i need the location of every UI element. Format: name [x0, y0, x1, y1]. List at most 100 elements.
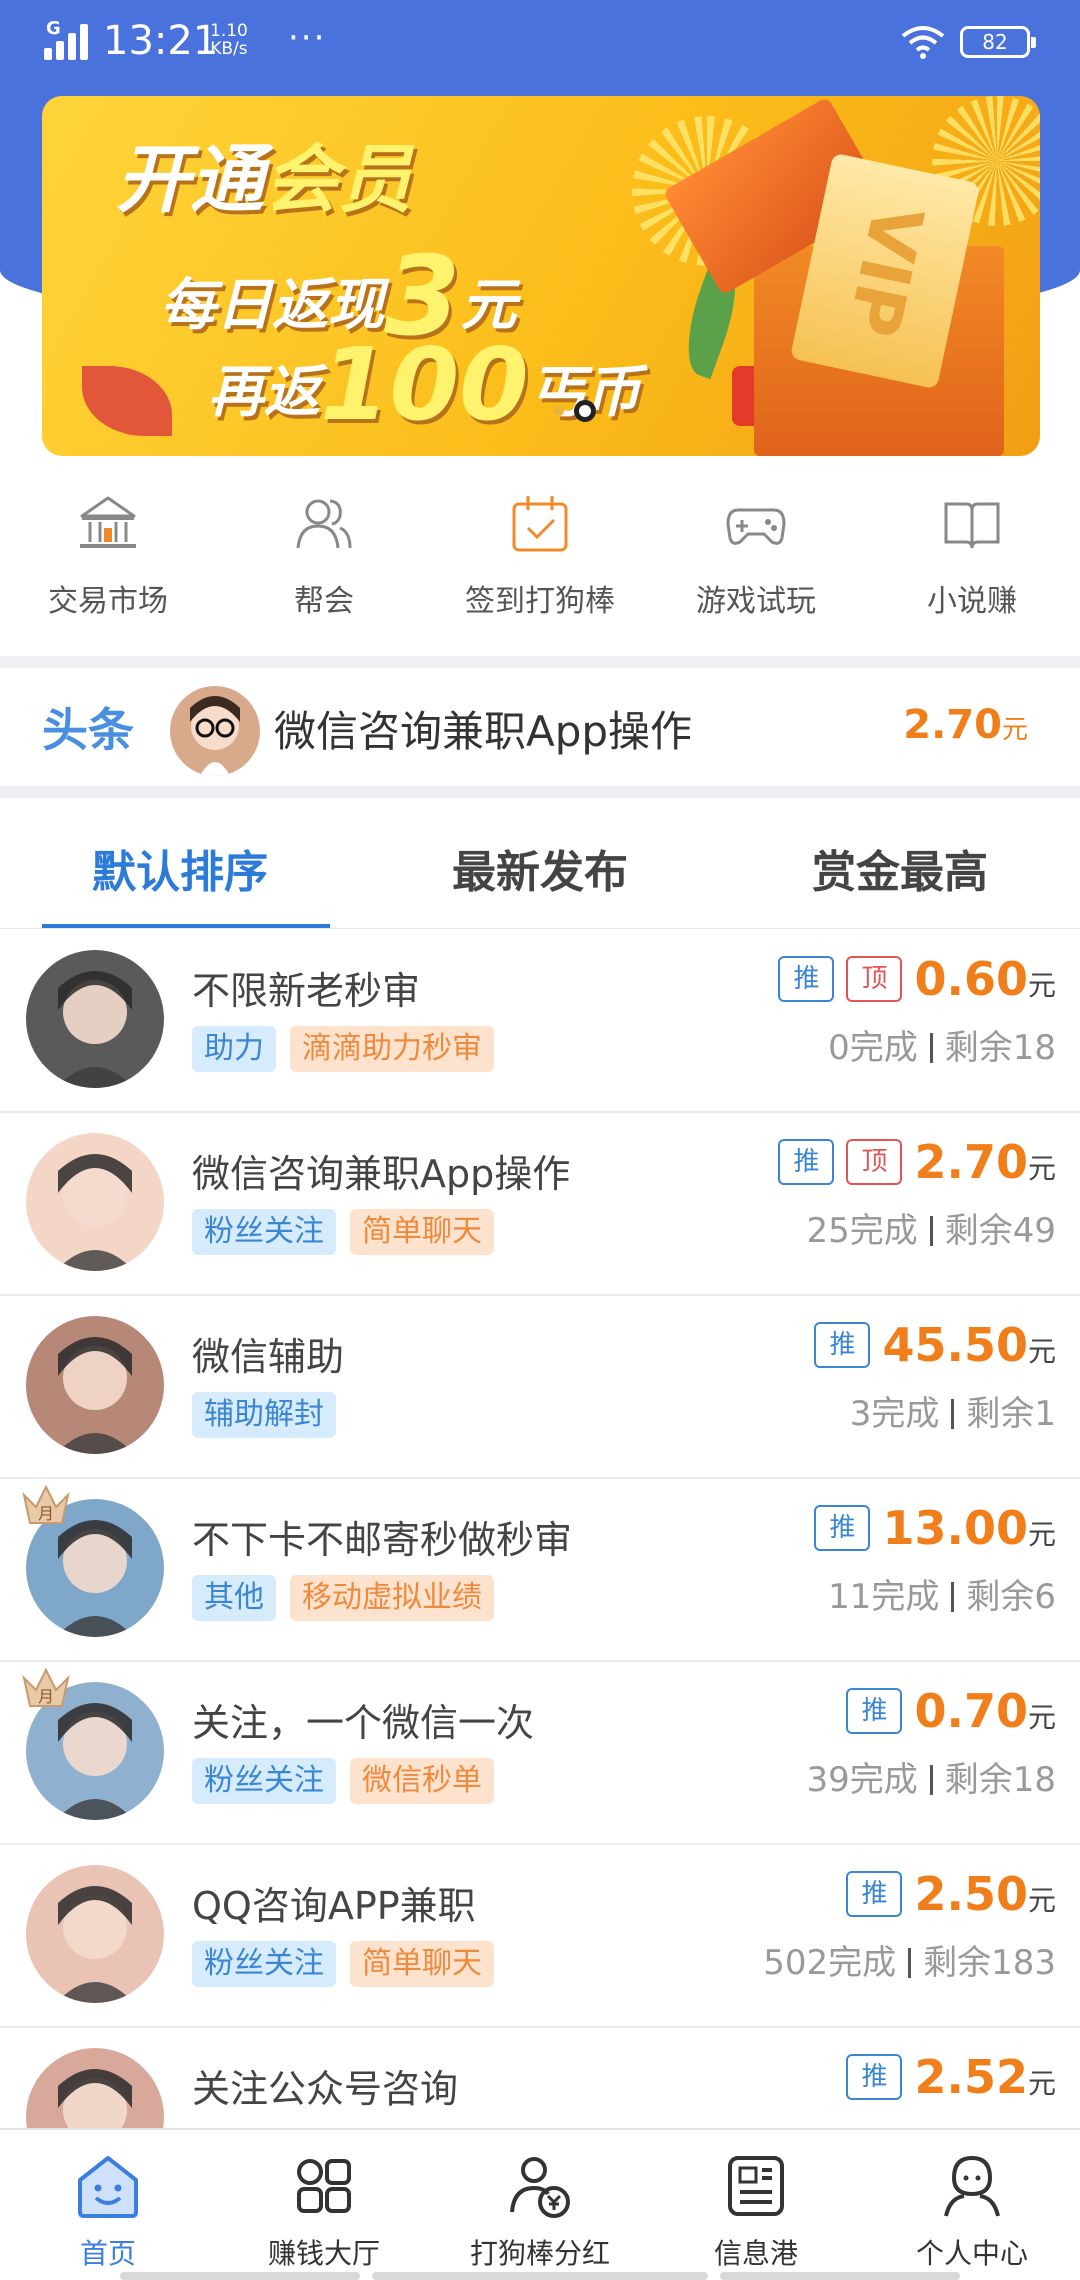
- recommend-badge: 推: [846, 1871, 903, 1917]
- wifi-icon: [901, 26, 945, 59]
- task-stats: 3完成 剩余1: [849, 1394, 1056, 1434]
- user-icon: [944, 2155, 1000, 2217]
- gamepad-icon: [726, 508, 786, 545]
- avatar: [26, 950, 164, 1088]
- task-stats: 11完成 剩余6: [828, 1577, 1056, 1617]
- task-price: 2.70元: [914, 1135, 1056, 1189]
- recommend-badge: 推: [814, 1322, 871, 1368]
- people-icon: [296, 499, 352, 549]
- sort-tabs: 默认排序 最新发布 赏金最高: [0, 798, 1080, 928]
- task-tag: 滴滴助力秒审: [290, 1026, 494, 1072]
- carousel-indicator[interactable]: [554, 400, 606, 422]
- task-title: 关注公众号咨询: [192, 2067, 459, 2111]
- crown-icon: 月: [22, 1484, 70, 1524]
- task-price: 2.52元: [914, 2050, 1056, 2104]
- carousel-dot[interactable]: [554, 406, 564, 416]
- recommend-badge: 推: [814, 1505, 871, 1551]
- task-tags: 粉丝关注 简单聊天: [192, 1209, 494, 1255]
- task-reward: 推顶 2.70元 25完成 剩余49: [778, 1135, 1056, 1252]
- banner-line-3: 再返100丐币: [208, 326, 641, 443]
- task-tag: 其他: [192, 1575, 276, 1621]
- task-row[interactable]: QQ咨询APP兼职 粉丝关注 简单聊天 推 2.50元 502完成 剩余183: [0, 1845, 1080, 2028]
- recommend-badge: 推: [846, 1688, 903, 1734]
- task-tag: 粉丝关注: [192, 1758, 336, 1804]
- task-row[interactable]: 不限新老秒审 助力 滴滴助力秒审 推顶 0.60元 0完成 剩余18: [0, 930, 1080, 1113]
- task-reward: 推 45.50元 3完成 剩余1: [814, 1318, 1056, 1435]
- nav-earn-hall[interactable]: 赚钱大厅: [216, 2130, 432, 2280]
- task-title: 微信咨询兼职App操作: [192, 1152, 571, 1196]
- avatar: [26, 1133, 164, 1271]
- task-row[interactable]: 月 关注，一个微信一次 粉丝关注 微信秒单 推 0.70元 39完成 剩余18: [0, 1662, 1080, 1845]
- status-bar: G 13:21 1.10 KB/s ··· 82: [0, 0, 1080, 86]
- nav-info-port[interactable]: 信息港: [648, 2130, 864, 2280]
- quick-nav: 交易市场 帮会 签到打狗棒 游戏试玩 小说赚: [0, 474, 1080, 656]
- task-tags: 其他 移动虚拟业绩: [192, 1575, 494, 1621]
- headline-price: 2.70元: [903, 702, 1028, 748]
- task-price: 45.50元: [882, 1318, 1056, 1372]
- quick-nav-novel[interactable]: 小说赚: [864, 474, 1080, 656]
- task-stats: 0完成 剩余18: [828, 1028, 1056, 1068]
- task-tags: 粉丝关注 微信秒单: [192, 1758, 494, 1804]
- tab-newest[interactable]: 最新发布: [360, 798, 720, 928]
- avatar: [26, 1865, 164, 2003]
- task-tags: 粉丝关注 简单聊天: [192, 1941, 494, 1987]
- nav-profile[interactable]: 个人中心: [864, 2130, 1080, 2280]
- recommend-badge: 推: [778, 1139, 835, 1185]
- headline-tag: 头条: [42, 703, 134, 757]
- top-badge: 顶: [846, 956, 903, 1002]
- promo-banner[interactable]: VIP 开通会员 每日返现3元 再返100丐币: [42, 96, 1040, 456]
- grid-icon: [297, 2159, 351, 2213]
- nav-label: 赚钱大厅: [267, 2237, 380, 2270]
- quick-nav-label: 交易市场: [48, 584, 168, 619]
- news-icon: [728, 2156, 784, 2216]
- headline-title: 微信咨询兼职App操作: [274, 707, 693, 756]
- task-tag: 微信秒单: [350, 1758, 494, 1804]
- task-tag: 粉丝关注: [192, 1941, 336, 1987]
- coin-user-icon: [510, 2157, 570, 2218]
- banner-line-1: 开通会员: [116, 137, 412, 223]
- nav-label: 首页: [79, 2237, 136, 2270]
- nav-label: 信息港: [713, 2237, 798, 2270]
- task-tag: 粉丝关注: [192, 1209, 336, 1255]
- task-title: 微信辅助: [192, 1335, 345, 1379]
- task-price: 13.00元: [882, 1501, 1056, 1555]
- recommend-badge: 推: [778, 956, 835, 1002]
- task-stats: 502完成 剩余183: [763, 1943, 1056, 1983]
- task-reward: 推顶 0.60元 0完成 剩余18: [778, 952, 1056, 1069]
- top-badge: 顶: [846, 1139, 903, 1185]
- carousel-dot-active[interactable]: [574, 400, 596, 422]
- nav-home[interactable]: 首页: [0, 2130, 216, 2280]
- quick-nav-checkin[interactable]: 签到打狗棒: [432, 474, 648, 656]
- task-row[interactable]: 月 不下卡不邮寄秒做秒审 其他 移动虚拟业绩 推 13.00元 11完成 剩余6: [0, 1479, 1080, 1662]
- task-tags: 助力 滴滴助力秒审: [192, 1026, 494, 1072]
- nav-label: 打狗棒分红: [469, 2237, 610, 2270]
- task-tag: 简单聊天: [350, 1941, 494, 1987]
- gesture-bar: [720, 2272, 960, 2280]
- svg-text:月: 月: [38, 1504, 54, 1523]
- divider: [0, 786, 1080, 798]
- nav-dividend[interactable]: 打狗棒分红: [432, 2130, 648, 2280]
- tab-highest-reward[interactable]: 赏金最高: [720, 798, 1080, 928]
- more-icon: ···: [288, 18, 327, 58]
- task-row[interactable]: 微信咨询兼职App操作 粉丝关注 简单聊天 推顶 2.70元 25完成 剩余49: [0, 1113, 1080, 1296]
- headline-bar[interactable]: 头条 微信咨询兼职App操作 2.70元: [0, 670, 1080, 784]
- quick-nav-label: 小说赚: [927, 584, 1017, 619]
- quick-nav-label: 帮会: [294, 584, 354, 619]
- quick-nav-market[interactable]: 交易市场: [0, 474, 216, 656]
- divider: [0, 656, 1080, 668]
- task-tag: 移动虚拟业绩: [290, 1575, 494, 1621]
- home-smile-icon: [78, 2156, 138, 2218]
- task-title: 关注，一个微信一次: [192, 1701, 535, 1745]
- task-list: 不限新老秒审 助力 滴滴助力秒审推顶 0.60元 0完成 剩余18 微信咨询兼职App操作…: [0, 930, 1080, 2211]
- task-reward: 推 13.00元 11完成 剩余6: [814, 1501, 1056, 1618]
- quick-nav-guild[interactable]: 帮会: [216, 474, 432, 656]
- task-reward: 推 2.50元 502完成 剩余183: [763, 1867, 1056, 1984]
- quick-nav-game[interactable]: 游戏试玩: [648, 474, 864, 656]
- leaf-decoration: [82, 366, 172, 436]
- task-stats: 25完成 剩余49: [806, 1211, 1056, 1251]
- task-tag: 辅助解封: [192, 1392, 336, 1438]
- quick-nav-label: 游戏试玩: [696, 584, 816, 619]
- task-row[interactable]: 微信辅助辅助解封 推 45.50元 3完成 剩余1: [0, 1296, 1080, 1479]
- task-title: 不下卡不邮寄秒做秒审: [192, 1518, 573, 1562]
- tab-default-sort[interactable]: 默认排序: [0, 798, 360, 928]
